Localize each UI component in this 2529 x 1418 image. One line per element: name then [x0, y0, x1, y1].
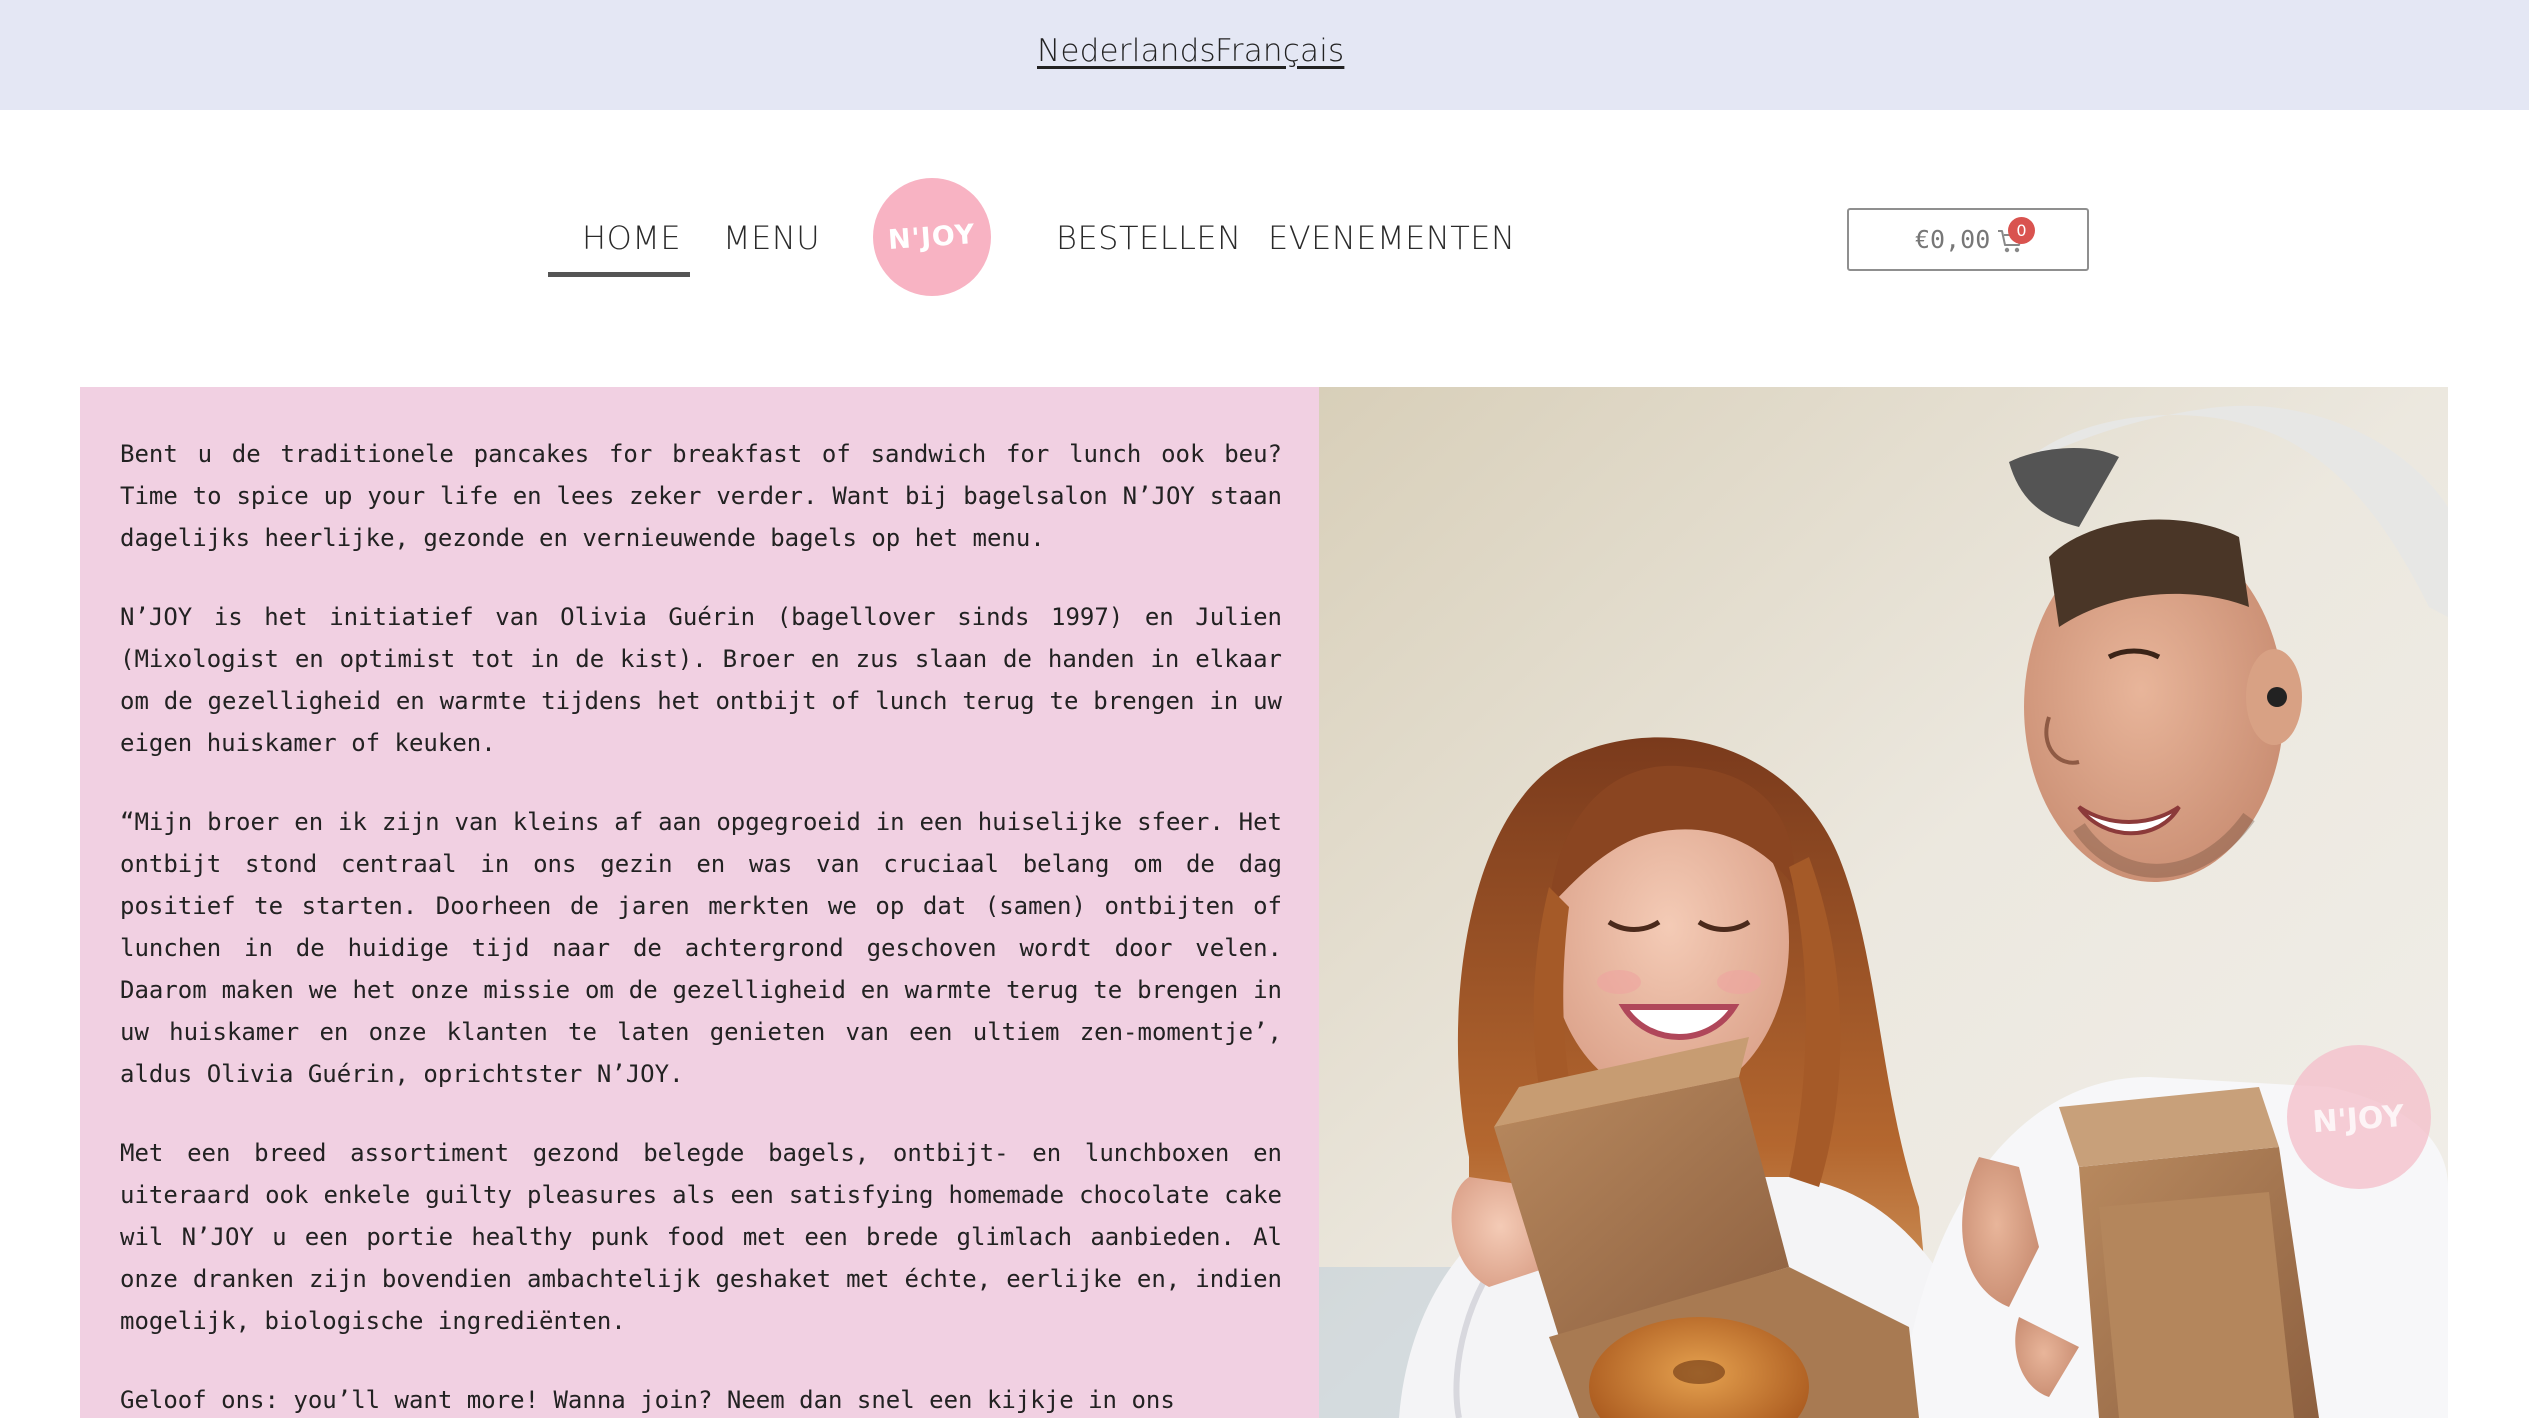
language-link-dutch[interactable]: Nederlands: [1037, 33, 1216, 69]
about-text: Bent u de traditionele pancakes for brea…: [120, 433, 1282, 1418]
language-bar: Nederlands Français: [0, 0, 2529, 110]
nav-item-evenementen[interactable]: EVENEMENTEN: [1268, 219, 1515, 257]
cart-button[interactable]: €0,00 0: [1847, 208, 2089, 271]
language-link-french[interactable]: Français: [1215, 33, 1344, 69]
paragraph: Met een breed assortiment gezond belegde…: [120, 1139, 1282, 1335]
paragraph: N’JOY is het initiatief van Olivia Guéri…: [120, 603, 1282, 757]
nav-item-bestellen[interactable]: BESTELLEN: [1056, 219, 1242, 257]
logo-text: N'JOY: [887, 218, 977, 256]
nav-item-menu[interactable]: MENU: [723, 219, 820, 257]
cart-count-badge: 0: [2008, 217, 2035, 244]
founders-photo: N'JOY: [1319, 387, 2448, 1418]
active-nav-indicator: [548, 272, 690, 277]
cart-total: €0,00: [1915, 225, 1991, 254]
paragraph: Bent u de traditionele pancakes for brea…: [120, 440, 1282, 552]
paragraph: “Mijn broer en ik zijn van kleins af aan…: [120, 808, 1282, 1088]
paragraph: Geloof ons: you’ll want more! Wanna join…: [120, 1386, 1175, 1414]
nav-item-home[interactable]: HOME: [582, 219, 681, 257]
shirt-logo-text: N'JOY: [2311, 1099, 2406, 1140]
about-text-panel: Bent u de traditionele pancakes for brea…: [80, 387, 1319, 1418]
njoy-logo[interactable]: N'JOY: [873, 178, 991, 296]
